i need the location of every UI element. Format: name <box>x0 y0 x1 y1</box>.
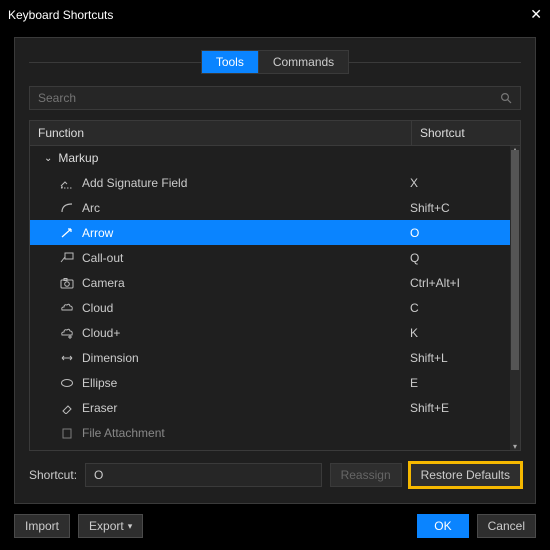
callout-icon <box>58 252 76 264</box>
column-function[interactable]: Function <box>30 121 412 145</box>
close-icon[interactable]: ✕ <box>530 6 542 23</box>
row-shortcut: K <box>410 326 502 340</box>
row-shortcut: C <box>410 301 502 315</box>
cloud-icon <box>58 302 76 314</box>
shortcut-input[interactable] <box>85 463 322 487</box>
row-label: Call-out <box>82 251 410 265</box>
row-label: Dimension <box>82 351 410 365</box>
row-label: Add Signature Field <box>82 176 410 190</box>
table-row[interactable]: Arrow O <box>30 220 510 245</box>
table-row[interactable]: Cloud C <box>30 295 510 320</box>
export-label: Export <box>89 519 124 533</box>
scrollbar[interactable]: ▴ ▾ <box>510 146 520 450</box>
shortcut-label: Shortcut: <box>29 468 77 482</box>
row-shortcut: Shift+L <box>410 351 502 365</box>
dialog-window: Keyboard Shortcuts ✕ Tools Commands Func… <box>0 0 550 550</box>
scroll-thumb[interactable] <box>511 150 519 370</box>
table-row[interactable]: Eraser Shift+E <box>30 395 510 420</box>
row-label: Camera <box>82 276 410 290</box>
dialog-footer: Import Export ▾ OK Cancel <box>0 514 550 550</box>
import-button[interactable]: Import <box>14 514 70 538</box>
row-container: ⌄ Markup Add Signature Field X Arc Shift… <box>30 146 510 450</box>
row-label: Ellipse <box>82 376 410 390</box>
main-panel: Tools Commands Function Shortcut ⌄ Marku… <box>14 37 536 504</box>
table-row[interactable]: Ellipse E <box>30 370 510 395</box>
table-row[interactable]: File Attachment <box>30 420 510 445</box>
table-header: Function Shortcut <box>30 121 520 146</box>
scroll-down-icon[interactable]: ▾ <box>510 442 520 450</box>
ok-button[interactable]: OK <box>417 514 468 538</box>
group-markup[interactable]: ⌄ Markup <box>30 146 510 170</box>
table-body: ⌄ Markup Add Signature Field X Arc Shift… <box>30 146 520 450</box>
row-shortcut: Shift+E <box>410 401 502 415</box>
row-shortcut: E <box>410 376 502 390</box>
export-button[interactable]: Export ▾ <box>78 514 143 538</box>
signature-icon <box>58 177 76 189</box>
column-shortcut[interactable]: Shortcut <box>412 121 520 145</box>
shortcut-editor: Shortcut: Reassign Restore Defaults <box>29 463 521 487</box>
restore-defaults-button[interactable]: Restore Defaults <box>410 463 521 487</box>
tabbar: Tools Commands <box>29 50 521 74</box>
table-row[interactable]: Arc Shift+C <box>30 195 510 220</box>
row-shortcut: Shift+C <box>410 201 502 215</box>
camera-icon <box>58 277 76 289</box>
titlebar: Keyboard Shortcuts ✕ <box>0 0 550 29</box>
table-row[interactable]: Call-out Q <box>30 245 510 270</box>
row-shortcut: X <box>410 176 502 190</box>
shortcut-table: Function Shortcut ⌄ Markup Add Signature… <box>29 120 521 451</box>
tab-commands[interactable]: Commands <box>258 51 348 73</box>
row-label: Eraser <box>82 401 410 415</box>
tab-group: Tools Commands <box>201 50 349 74</box>
table-row[interactable]: Cloud+ K <box>30 320 510 345</box>
row-label: Arrow <box>82 226 410 240</box>
dialog-title: Keyboard Shortcuts <box>8 8 113 22</box>
row-label: File Attachment <box>82 426 410 440</box>
row-label: Cloud+ <box>82 326 410 340</box>
row-shortcut: Q <box>410 251 502 265</box>
search-box[interactable] <box>29 86 521 110</box>
eraser-icon <box>58 402 76 414</box>
table-row[interactable]: Dimension Shift+L <box>30 345 510 370</box>
table-row[interactable]: Camera Ctrl+Alt+I <box>30 270 510 295</box>
cloud-plus-icon <box>58 327 76 339</box>
row-shortcut: Ctrl+Alt+I <box>410 276 502 290</box>
chevron-down-icon: ⌄ <box>44 153 52 164</box>
table-row[interactable]: Add Signature Field X <box>30 170 510 195</box>
cancel-button[interactable]: Cancel <box>477 514 536 538</box>
reassign-button[interactable]: Reassign <box>330 463 402 487</box>
row-label: Arc <box>82 201 410 215</box>
search-icon <box>500 92 512 104</box>
search-input[interactable] <box>38 91 500 105</box>
row-shortcut: O <box>410 226 502 240</box>
group-label: Markup <box>58 151 98 165</box>
ellipse-icon <box>58 377 76 389</box>
tab-tools[interactable]: Tools <box>202 51 258 73</box>
dimension-icon <box>58 352 76 364</box>
row-label: Cloud <box>82 301 410 315</box>
chevron-down-icon: ▾ <box>128 521 133 532</box>
arrow-icon <box>58 227 76 239</box>
attachment-icon <box>58 427 76 439</box>
arc-icon <box>58 202 76 214</box>
